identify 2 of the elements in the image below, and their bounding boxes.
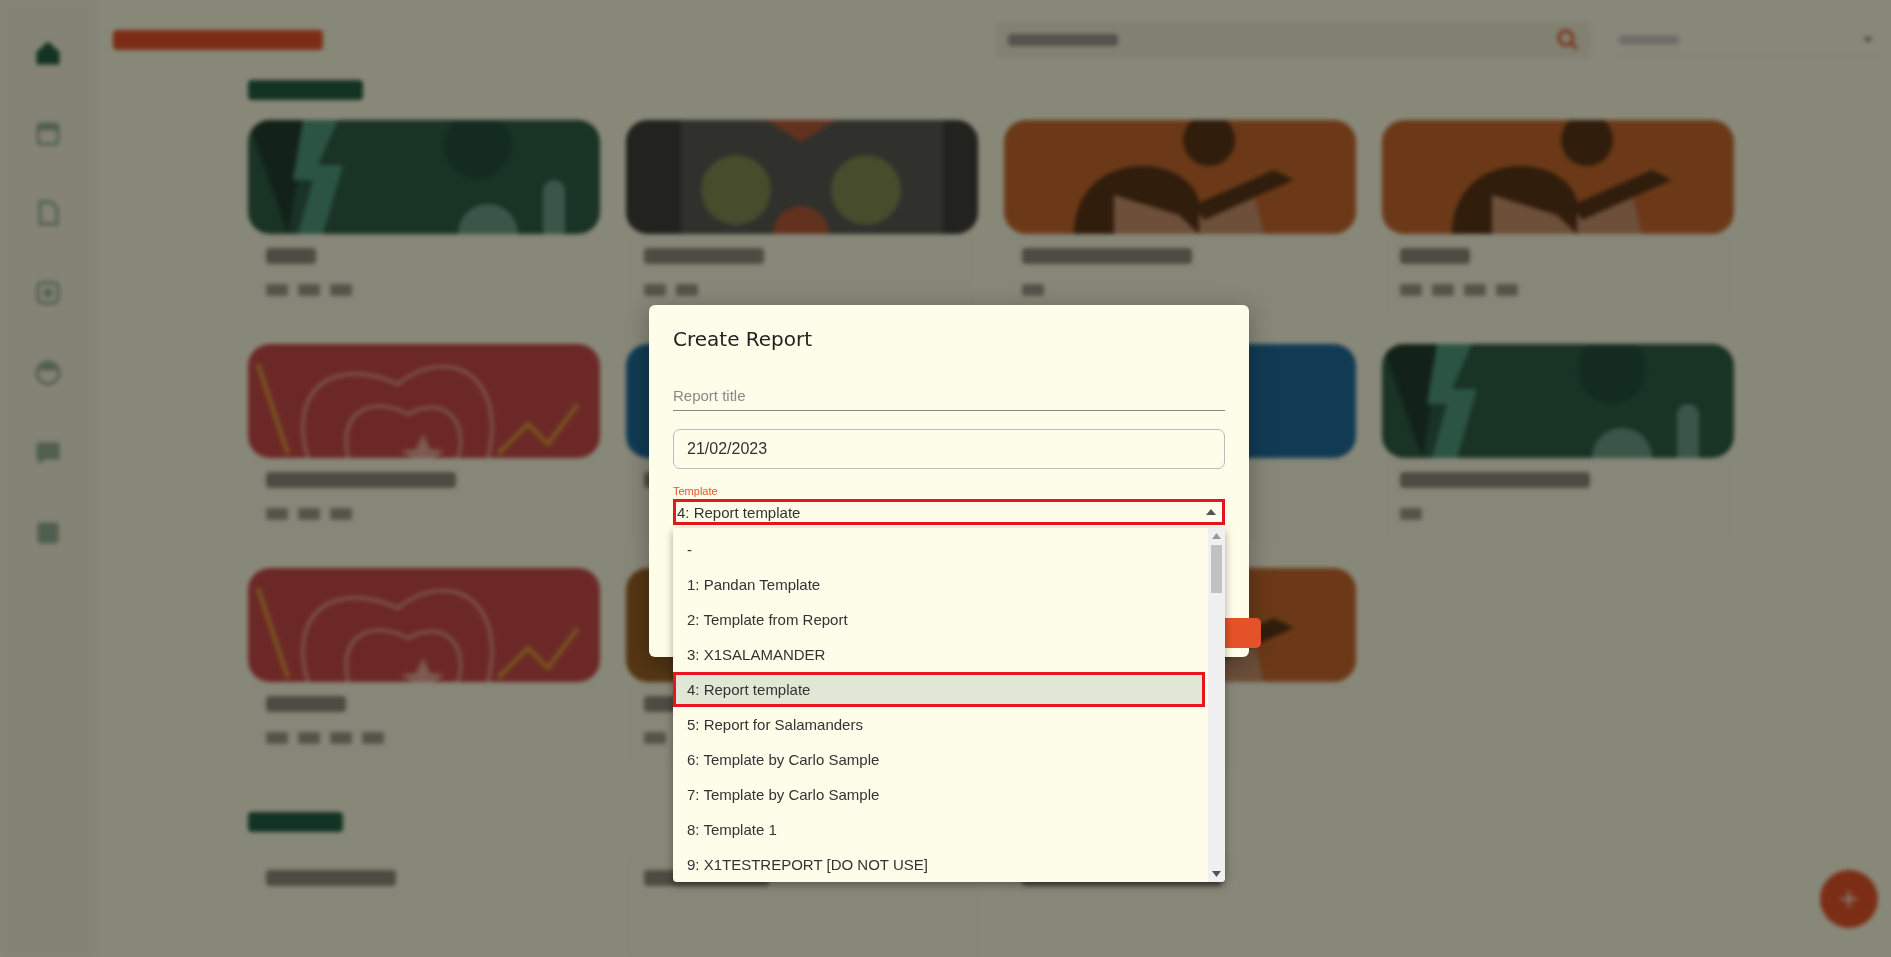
field-label: Template — [673, 485, 718, 498]
dialog-title: Create Report — [673, 327, 813, 353]
